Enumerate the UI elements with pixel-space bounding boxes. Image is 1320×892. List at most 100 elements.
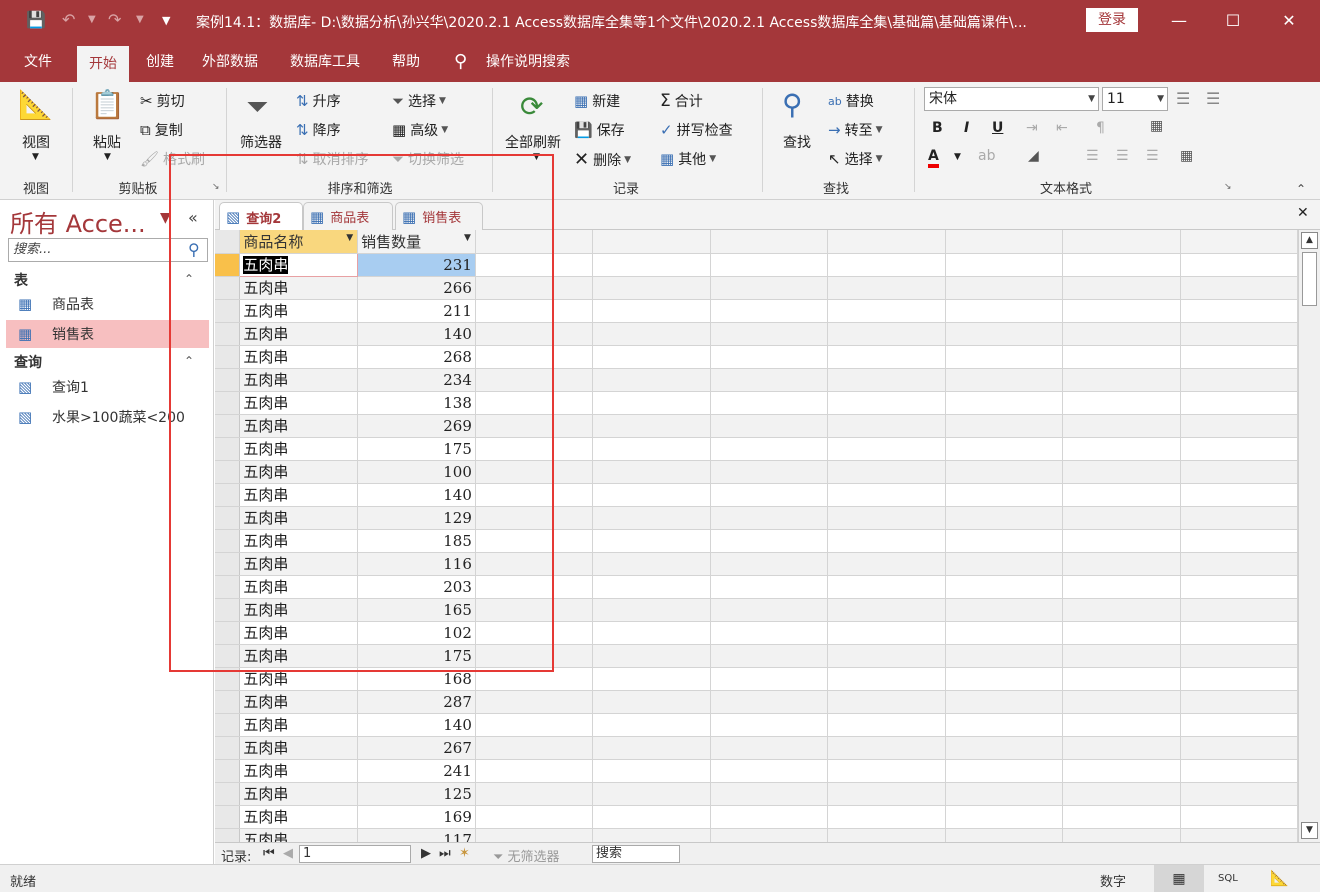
cell-sales-qty[interactable]: 168 bbox=[357, 667, 476, 691]
select-all-corner[interactable] bbox=[215, 230, 241, 254]
table-row[interactable]: 五肉串 100 bbox=[215, 460, 1298, 484]
record-selector[interactable] bbox=[215, 598, 241, 622]
record-selector[interactable] bbox=[215, 552, 241, 576]
search-icon[interactable]: ⚲ bbox=[188, 240, 200, 259]
font-name-select[interactable]: 宋体 ▼ bbox=[924, 87, 1099, 111]
fill-color-icon[interactable]: ◢ bbox=[1028, 148, 1039, 164]
cell-sales-qty[interactable]: 100 bbox=[357, 460, 476, 484]
cell-sales-qty[interactable]: 266 bbox=[357, 276, 476, 300]
tab-help[interactable]: 帮助 bbox=[392, 42, 420, 82]
cell-product-name[interactable]: 五肉串 bbox=[239, 759, 359, 783]
cell-sales-qty[interactable]: 175 bbox=[357, 644, 476, 668]
column-header-sales-qty[interactable]: 销售数量 ▼ bbox=[357, 230, 476, 254]
cell-product-name[interactable]: 五肉串 bbox=[239, 529, 359, 553]
cell-sales-qty[interactable]: 211 bbox=[357, 299, 476, 323]
cell-sales-qty[interactable]: 140 bbox=[357, 713, 476, 737]
delete-record-button[interactable]: ✕ 删除 ▼ bbox=[574, 149, 631, 170]
record-selector[interactable] bbox=[215, 506, 241, 530]
cell-product-name[interactable]: 五肉串 bbox=[239, 322, 359, 346]
last-record-icon[interactable]: ⏭ bbox=[439, 846, 451, 861]
cell-sales-qty[interactable]: 125 bbox=[357, 782, 476, 806]
table-row[interactable]: 五肉串 203 bbox=[215, 575, 1298, 599]
align-left-icon[interactable]: ☰ bbox=[1086, 148, 1099, 164]
table-row[interactable]: 五肉串 117 bbox=[215, 828, 1298, 842]
cell-product-name[interactable]: 五肉串 bbox=[239, 506, 359, 530]
nav-item-products-table[interactable]: ▦ 商品表 bbox=[6, 290, 209, 318]
cell-product-name[interactable]: 五肉串 bbox=[239, 414, 359, 438]
cut-button[interactable]: ✂ 剪切 bbox=[140, 91, 185, 111]
nav-item-query1[interactable]: ▧ 查询1 bbox=[6, 373, 209, 401]
cell-product-name[interactable]: 五肉串 bbox=[239, 483, 359, 507]
remove-sort-button[interactable]: ⇅ 取消排序 bbox=[296, 149, 369, 169]
cell-product-name[interactable]: 五肉串 bbox=[239, 828, 359, 842]
scroll-up-icon[interactable]: ▲ bbox=[1301, 232, 1318, 249]
font-color-dropdown-icon[interactable]: ▼ bbox=[954, 152, 961, 162]
filter-button[interactable]: 筛选器 bbox=[240, 132, 282, 152]
cell-sales-qty[interactable]: 231 bbox=[357, 253, 476, 277]
view-icon[interactable]: 📐 bbox=[18, 88, 53, 121]
tab-create[interactable]: 创建 bbox=[146, 42, 174, 82]
format-painter-button[interactable]: 🖌 格式刷 bbox=[140, 149, 205, 169]
advanced-button[interactable]: ▦ 高级 ▼ bbox=[392, 120, 448, 140]
customize-quick-access-icon[interactable]: ▼ bbox=[162, 14, 170, 27]
nav-pane-title[interactable]: 所有 Acce... bbox=[10, 204, 146, 239]
goto-button[interactable]: → 转至 ▼ bbox=[828, 120, 883, 140]
filter-icon[interactable]: ⏷ bbox=[246, 90, 268, 124]
table-row[interactable]: 五肉串 175 bbox=[215, 437, 1298, 461]
record-selector[interactable] bbox=[215, 690, 241, 714]
table-row[interactable]: 五肉串 234 bbox=[215, 368, 1298, 392]
align-right-icon[interactable]: ☰ bbox=[1146, 148, 1159, 164]
column-filter-dropdown-icon[interactable]: ▼ bbox=[346, 233, 353, 243]
record-selector[interactable] bbox=[215, 483, 241, 507]
table-row[interactable]: 五肉串 138 bbox=[215, 391, 1298, 415]
bullets-icon[interactable]: ☰ bbox=[1176, 89, 1190, 108]
record-selector[interactable] bbox=[215, 299, 241, 323]
cell-product-name[interactable]: 五肉串 bbox=[239, 391, 359, 415]
view-button[interactable]: 视图 bbox=[22, 132, 50, 152]
cell-product-name[interactable]: 五肉串 bbox=[239, 782, 359, 806]
cell-sales-qty[interactable]: 138 bbox=[357, 391, 476, 415]
record-selector[interactable] bbox=[215, 575, 241, 599]
tab-products-table[interactable]: ▦ 商品表 bbox=[303, 202, 393, 230]
login-button[interactable]: 登录 bbox=[1086, 8, 1138, 32]
close-document-icon[interactable]: ✕ bbox=[1297, 205, 1309, 221]
table-row[interactable]: 五肉串 140 bbox=[215, 483, 1298, 507]
column-header-product-name[interactable]: 商品名称 ▼ bbox=[239, 230, 359, 254]
save-icon[interactable]: 💾 bbox=[26, 10, 46, 29]
table-row[interactable]: 五肉串 269 bbox=[215, 414, 1298, 438]
new-record-button[interactable]: ▦ 新建 bbox=[574, 91, 620, 111]
cell-product-name[interactable]: 五肉串 bbox=[239, 437, 359, 461]
cell-product-name[interactable]: 五肉串 bbox=[239, 552, 359, 576]
nav-tables-header[interactable]: 表 bbox=[14, 270, 28, 290]
record-selector[interactable] bbox=[215, 529, 241, 553]
cell-sales-qty[interactable]: 175 bbox=[357, 437, 476, 461]
record-selector[interactable] bbox=[215, 828, 241, 842]
first-record-icon[interactable]: ⏮ bbox=[263, 846, 275, 861]
paste-icon[interactable]: 📋 bbox=[90, 88, 125, 121]
cell-sales-qty[interactable]: 102 bbox=[357, 621, 476, 645]
record-selector[interactable] bbox=[215, 782, 241, 806]
nav-item-query-fruit-veg[interactable]: ▧ 水果>100蔬菜<200 bbox=[6, 403, 209, 431]
record-selector[interactable] bbox=[215, 253, 241, 277]
next-record-icon[interactable]: ▶ bbox=[421, 846, 431, 861]
maximize-icon[interactable]: ☐ bbox=[1218, 8, 1248, 34]
table-row[interactable]: 五肉串 211 bbox=[215, 299, 1298, 323]
table-row[interactable]: 五肉串 231 bbox=[215, 252, 1298, 277]
undo-icon[interactable]: ↶ bbox=[62, 10, 75, 29]
paste-button[interactable]: 粘贴 bbox=[93, 132, 121, 152]
gridlines-icon[interactable]: ▦ bbox=[1150, 118, 1163, 134]
clipboard-launcher-icon[interactable]: ↘ bbox=[212, 182, 220, 192]
record-selector[interactable] bbox=[215, 391, 241, 415]
tab-external-data[interactable]: 外部数据 bbox=[202, 42, 258, 82]
record-selector[interactable] bbox=[215, 322, 241, 346]
record-selector[interactable] bbox=[215, 345, 241, 369]
cell-product-name[interactable]: 五肉串 bbox=[239, 276, 359, 300]
record-search-input[interactable]: 搜索 bbox=[592, 845, 680, 863]
design-view-icon[interactable]: 📐 bbox=[1270, 869, 1289, 887]
find-magnifier-icon[interactable]: ⚲ bbox=[782, 88, 803, 121]
cell-sales-qty[interactable]: 185 bbox=[357, 529, 476, 553]
cell-sales-qty[interactable]: 267 bbox=[357, 736, 476, 760]
cell-product-name[interactable]: 五肉串 bbox=[239, 805, 359, 829]
decrease-indent-icon[interactable]: ⇤ bbox=[1056, 120, 1068, 136]
sort-descending-button[interactable]: ⇅ 降序 bbox=[296, 120, 341, 140]
